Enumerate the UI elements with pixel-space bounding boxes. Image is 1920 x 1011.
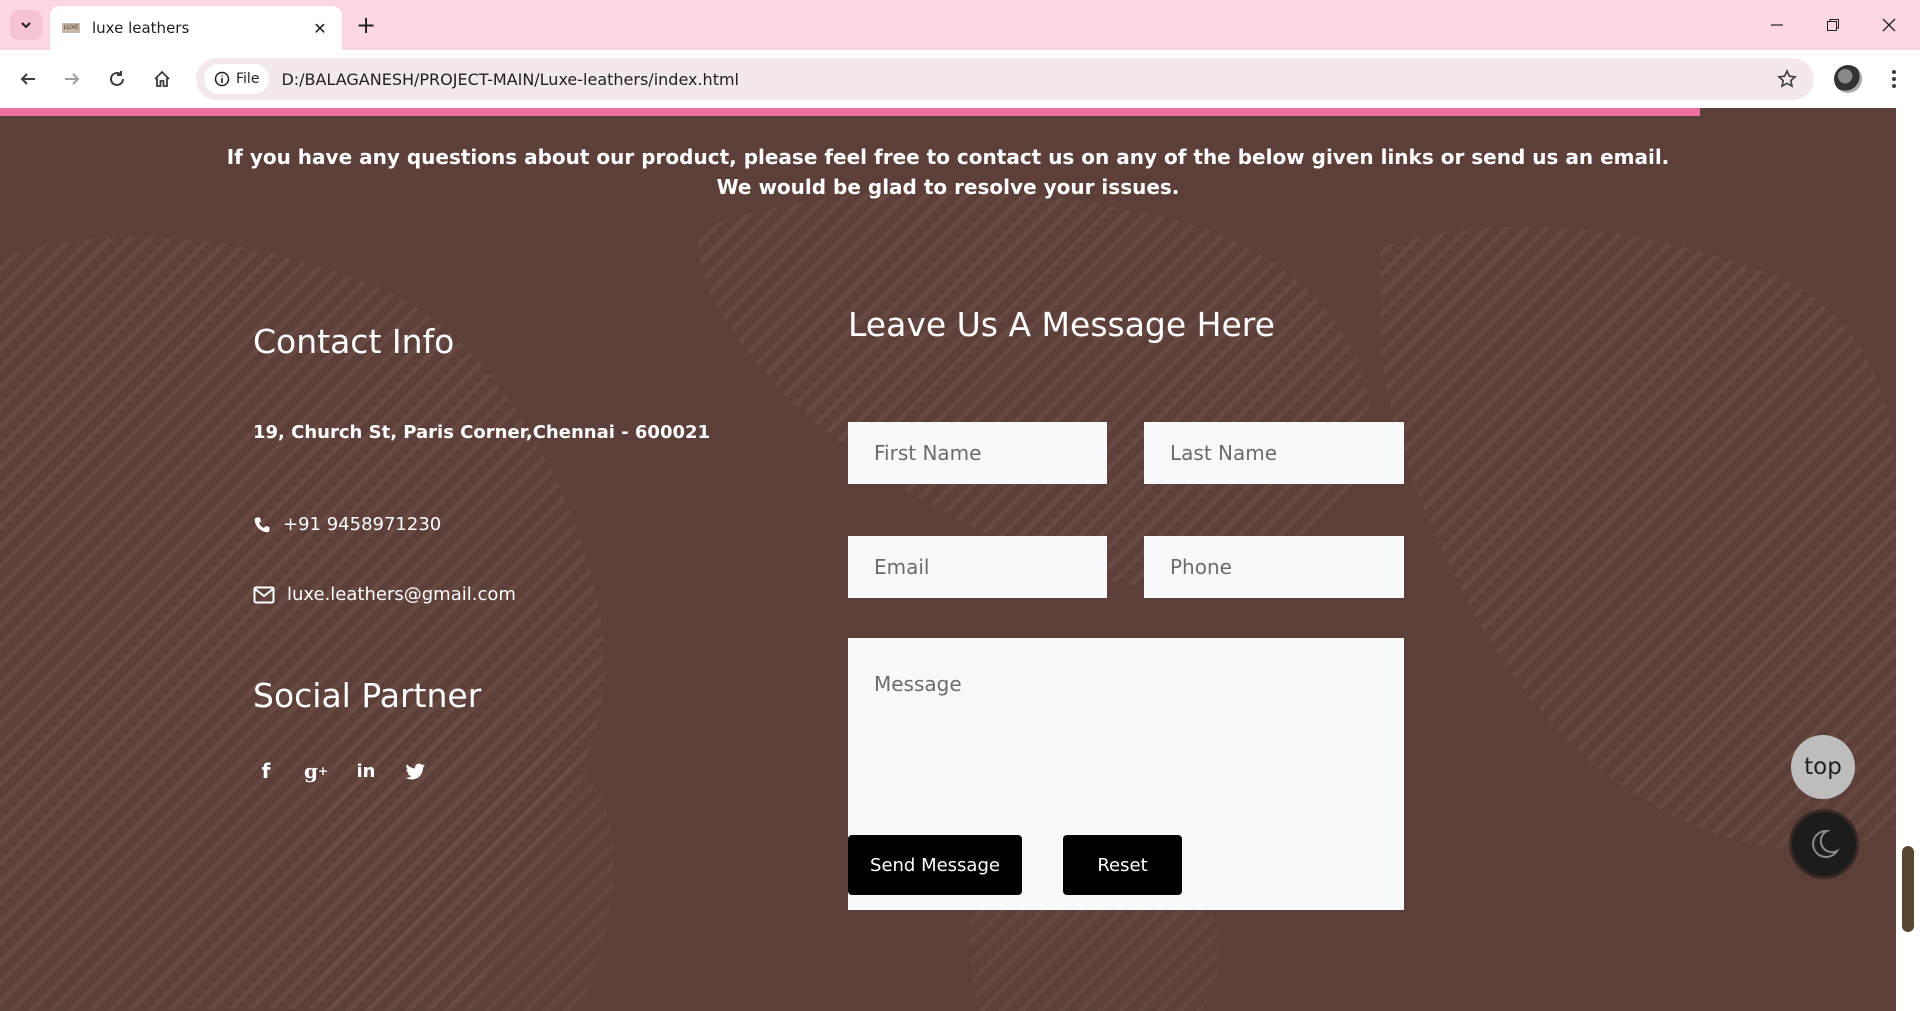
reset-button[interactable]: Reset	[1063, 835, 1182, 895]
close-window-button[interactable]	[1866, 10, 1912, 40]
home-icon	[154, 70, 170, 87]
scroll-to-top-button[interactable]: top	[1791, 735, 1855, 799]
tab-title: luxe leathers	[92, 19, 190, 37]
back-button[interactable]	[12, 63, 44, 95]
file-chip-label: File	[236, 71, 260, 87]
scroll-progress-bar	[0, 108, 1700, 116]
reload-button[interactable]	[101, 63, 133, 95]
favicon-icon: LUXE	[62, 23, 80, 33]
phone-field[interactable]: Phone	[1144, 536, 1404, 598]
linkedin-icon[interactable]: in	[353, 758, 379, 784]
intro-text: If you have any questions about our prod…	[0, 142, 1896, 202]
home-button[interactable]	[146, 63, 178, 95]
last-name-field[interactable]: Last Name	[1144, 422, 1404, 484]
url-text[interactable]: D:/BALAGANESH/PROJECT-MAIN/Luxe-leathers…	[281, 70, 1770, 89]
twitter-icon[interactable]	[403, 758, 429, 784]
minimize-icon	[1771, 24, 1783, 26]
dark-mode-toggle[interactable]	[1792, 812, 1856, 876]
more-vertical-icon	[1892, 70, 1896, 88]
phone-icon	[254, 517, 270, 532]
close-icon	[1882, 18, 1896, 32]
chevron-down-icon	[21, 22, 31, 29]
contact-info-heading: Contact Info	[253, 322, 455, 361]
new-tab-button[interactable]: +	[352, 12, 380, 40]
email-field[interactable]: Email	[848, 536, 1107, 598]
moon-icon	[1812, 829, 1840, 858]
forward-button[interactable]	[56, 63, 88, 95]
envelope-icon	[253, 586, 275, 603]
restore-button[interactable]	[1810, 10, 1856, 40]
tab-close-icon[interactable]: ✕	[310, 19, 330, 38]
minimize-button[interactable]	[1754, 10, 1800, 40]
contact-phone[interactable]: +91 9458971230	[283, 514, 441, 535]
google-plus-icon[interactable]: g +	[303, 758, 329, 784]
arrow-right-icon	[65, 73, 80, 85]
browser-tab[interactable]: LUXE luxe leathers ✕	[50, 6, 342, 50]
page-scrollbar-thumb[interactable]	[1902, 846, 1914, 932]
social-links: f g + in	[253, 758, 429, 784]
contact-phone-row: +91 9458971230	[253, 514, 441, 535]
send-message-button[interactable]: Send Message	[848, 835, 1022, 895]
restore-icon	[1827, 19, 1839, 31]
message-form-heading: Leave Us A Message Here	[848, 305, 1275, 344]
address-bar[interactable]: File D:/BALAGANESH/PROJECT-MAIN/Luxe-lea…	[196, 58, 1814, 100]
intro-line-2: We would be glad to resolve your issues.	[716, 175, 1180, 199]
social-partner-heading: Social Partner	[253, 676, 482, 715]
contact-email-row: luxe.leathers@gmail.com	[253, 584, 516, 605]
facebook-icon[interactable]: f	[253, 758, 279, 784]
profile-avatar[interactable]	[1834, 65, 1862, 93]
browser-menu-button[interactable]	[1880, 64, 1908, 94]
browser-tab-bar: LUXE luxe leathers ✕ +	[0, 0, 1920, 50]
site-info-chip[interactable]: File	[204, 64, 270, 94]
contact-email[interactable]: luxe.leathers@gmail.com	[287, 584, 516, 605]
info-icon	[214, 71, 230, 87]
first-name-field[interactable]: First Name	[848, 422, 1107, 484]
intro-line-1: If you have any questions about our prod…	[226, 145, 1670, 169]
reload-icon	[110, 71, 124, 86]
tab-search-button[interactable]	[10, 10, 42, 40]
bookmark-star-icon[interactable]	[1770, 62, 1804, 96]
contact-address: 19, Church St, Paris Corner,Chennai - 60…	[253, 422, 711, 443]
arrow-left-icon	[20, 73, 35, 85]
browser-toolbar: File D:/BALAGANESH/PROJECT-MAIN/Luxe-lea…	[0, 50, 1920, 108]
